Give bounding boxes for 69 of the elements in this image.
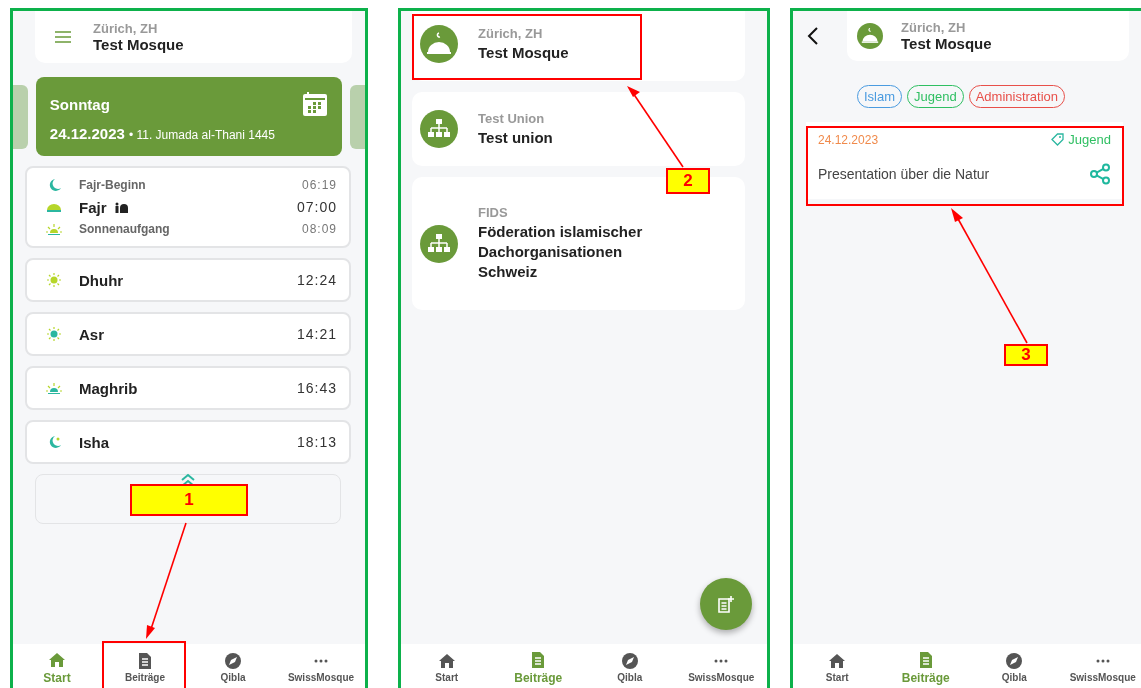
post-date: 24.12.2023 xyxy=(818,132,879,147)
nav-tab[interactable]: Qibla xyxy=(584,653,676,683)
menu-icon[interactable] xyxy=(55,31,71,43)
document-icon xyxy=(136,653,154,669)
nav-tab[interactable]: Start xyxy=(401,653,493,683)
prayer-time: 06:19 xyxy=(301,178,337,192)
nav-tab[interactable]: Beiträge xyxy=(101,653,189,683)
hierarchy-icon xyxy=(420,110,458,148)
tag-icon xyxy=(1051,133,1065,146)
back-icon[interactable] xyxy=(807,27,819,45)
sun-icon xyxy=(45,273,63,287)
organization-name: Test union xyxy=(478,127,553,148)
home-icon xyxy=(437,653,456,669)
prayer-name: Sonnenaufgang xyxy=(79,222,170,236)
nav-tab[interactable]: Start xyxy=(793,653,882,683)
home-icon xyxy=(48,651,66,668)
prayer-time: 08:09 xyxy=(301,222,337,236)
organization-subtitle: Zürich, ZH xyxy=(478,25,544,41)
prayer-name: Isha xyxy=(79,433,109,451)
step-label: 3 xyxy=(1004,344,1048,366)
step-label: 1 xyxy=(130,484,248,516)
location-text: Zürich, ZH xyxy=(93,21,159,36)
nav-tab[interactable]: Qibla xyxy=(189,653,277,683)
mosque-icon xyxy=(857,23,883,49)
prayer-name: Fajr-Beginn xyxy=(79,178,146,192)
step-label: 2 xyxy=(666,168,710,194)
organization-card[interactable]: Zürich, ZH Test Mosque xyxy=(412,11,745,81)
organization-card[interactable]: Test Union Test union xyxy=(412,92,745,166)
calendar-icon[interactable] xyxy=(302,91,329,117)
compass-icon xyxy=(1005,653,1024,669)
prayer-name: Maghrib xyxy=(79,379,138,397)
weekday-text: Sonntag xyxy=(49,95,110,113)
compass-icon xyxy=(224,653,242,669)
nav-tab[interactable]: SwissMosque xyxy=(1058,653,1141,683)
expand-panel[interactable] xyxy=(35,474,341,524)
organization-subtitle: Test Union xyxy=(478,110,546,126)
organization-name: Föderation islamischer Dachorganisationen Schweiz xyxy=(478,222,644,282)
date-text: 24.12.2023 xyxy=(49,125,125,142)
prayer-name: Asr xyxy=(79,325,104,343)
sun-icon xyxy=(45,222,63,236)
organization-subtitle: FIDS xyxy=(478,205,509,220)
share-icon[interactable] xyxy=(1089,163,1111,185)
prayer-time: 07:00 xyxy=(296,199,337,215)
hijri-date: • 11. Jumada al-Thani 1445 xyxy=(128,128,275,142)
hierarchy-icon xyxy=(420,224,458,263)
sun-icon xyxy=(45,381,63,395)
organization-name: Test Mosque xyxy=(478,42,569,63)
new-post-button[interactable] xyxy=(700,578,752,630)
prayer-time: 18:13 xyxy=(296,434,337,450)
double-chevron-up-icon[interactable] xyxy=(180,473,196,487)
nav-tab[interactable]: Qibla xyxy=(970,653,1059,683)
post-title: Presentation über die Natur xyxy=(818,166,990,182)
compass-icon xyxy=(620,653,639,669)
prayer-time: 16:43 xyxy=(296,380,337,396)
nav-tab[interactable]: SwissMosque xyxy=(277,653,365,683)
mosque-name: Test Mosque xyxy=(901,35,992,52)
mosque-icon xyxy=(420,25,458,63)
prayer-name: Fajr xyxy=(79,198,107,216)
prayer-time: 14:21 xyxy=(296,326,337,342)
post-card[interactable]: 24.12.2023 Jugend Presentation über die Natur xyxy=(806,122,1123,199)
nav-tab[interactable]: SwissMosque xyxy=(675,653,767,683)
post-category: Jugend xyxy=(1068,132,1111,147)
prayer-time: 12:24 xyxy=(296,272,337,288)
sun-icon xyxy=(45,327,63,341)
mosque-name: Test Mosque xyxy=(93,36,184,53)
location-text: Zürich, ZH xyxy=(901,20,967,35)
prayer-name: Dhuhr xyxy=(79,271,124,289)
home-icon xyxy=(828,653,847,669)
add-note-icon xyxy=(717,595,735,613)
